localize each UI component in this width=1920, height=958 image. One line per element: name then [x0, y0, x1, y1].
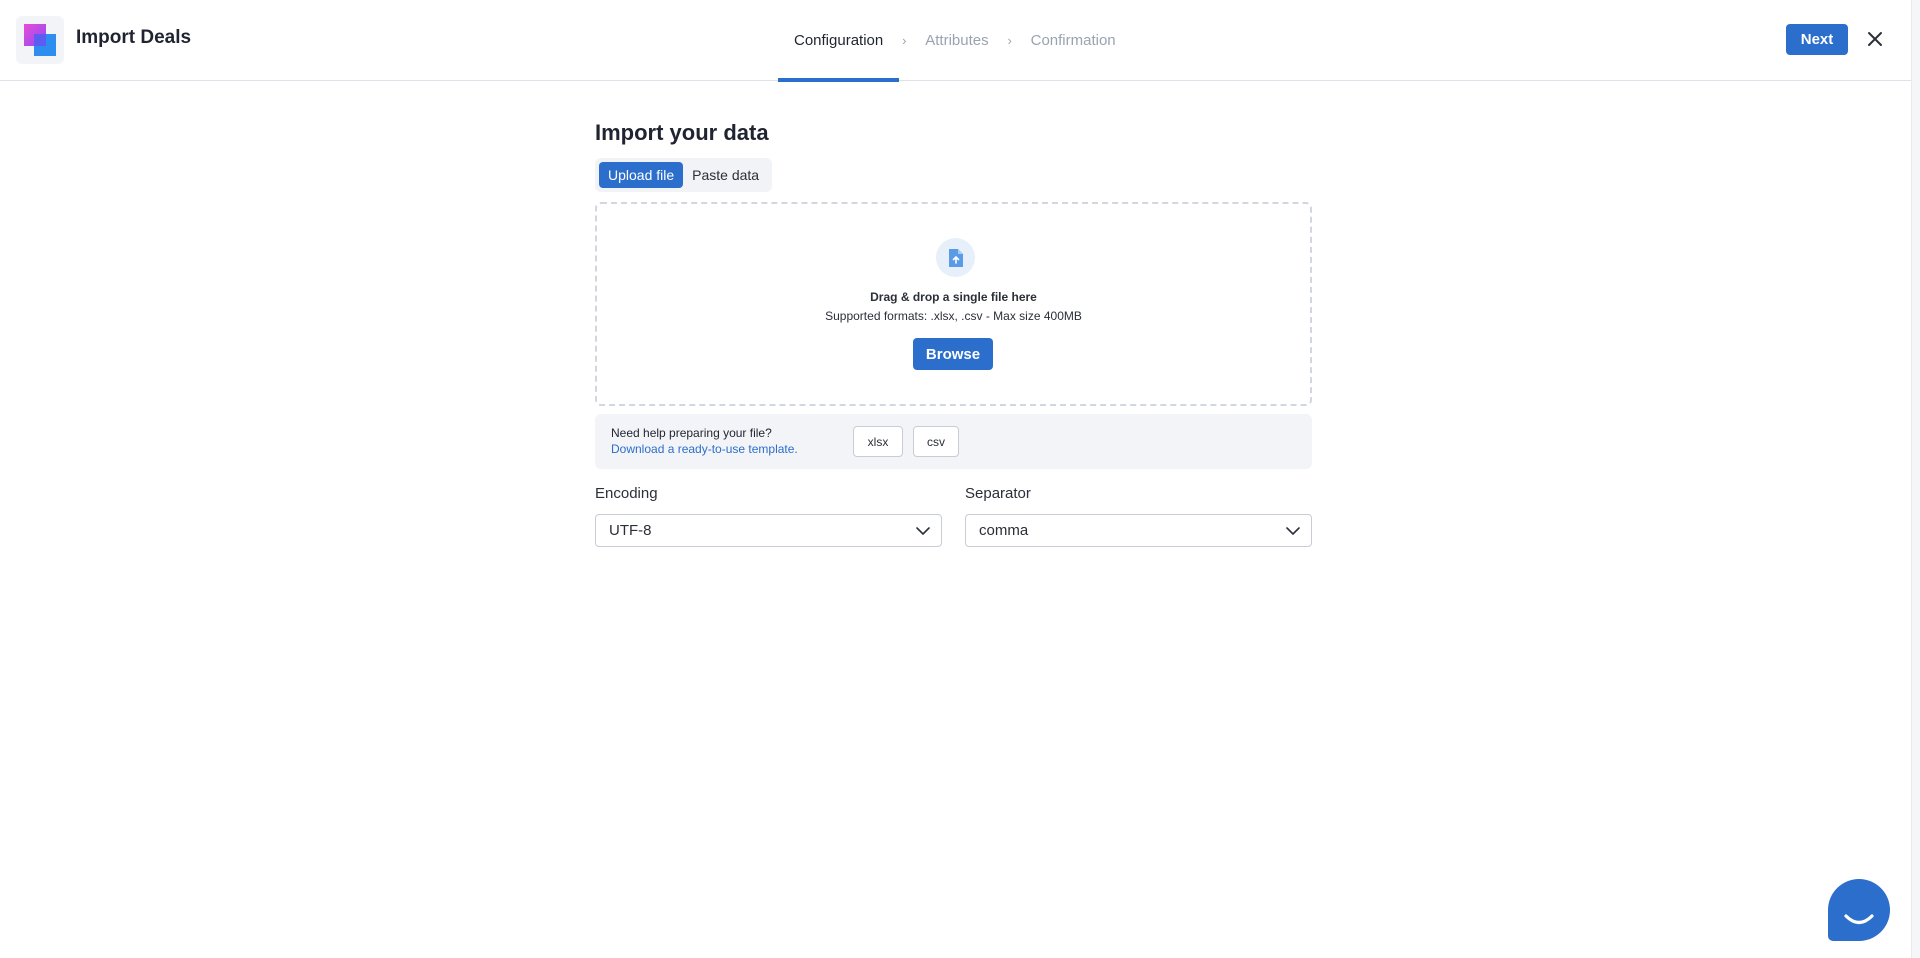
next-button[interactable]: Next	[1786, 24, 1848, 55]
page-title: Import Deals	[76, 27, 192, 48]
separator-value: comma	[979, 522, 1029, 539]
import-panel: Import your data Upload file Paste data …	[595, 120, 1312, 547]
scrollbar[interactable]	[1911, 0, 1920, 958]
browse-button[interactable]: Browse	[913, 338, 993, 370]
step-configuration[interactable]: Configuration	[778, 0, 900, 82]
download-csv-button[interactable]: csv	[913, 426, 959, 457]
file-dropzone[interactable]: Drag & drop a single file here Supported…	[595, 202, 1312, 406]
template-help-box: Need help preparing your file? Download …	[595, 414, 1312, 469]
encoding-label: Encoding	[595, 485, 658, 502]
import-options: Encoding UTF-8 Separator comma	[595, 485, 1312, 547]
template-download-link[interactable]: Download a ready-to-use template.	[611, 442, 798, 456]
chevron-down-icon	[1286, 527, 1300, 536]
chevron-down-icon	[916, 527, 930, 536]
dropzone-subtitle: Supported formats: .xlsx, .csv - Max siz…	[825, 309, 1082, 323]
chevron-right-icon: ›	[902, 33, 907, 48]
close-icon[interactable]	[1864, 28, 1886, 50]
download-xlsx-button[interactable]: xlsx	[853, 426, 903, 457]
chat-icon	[1844, 914, 1874, 925]
chat-launcher[interactable]	[1828, 879, 1890, 941]
help-title: Need help preparing your file?	[611, 426, 772, 440]
tab-paste-data[interactable]: Paste data	[683, 162, 768, 188]
import-mode-tabs: Upload file Paste data	[595, 158, 773, 192]
encoding-value: UTF-8	[609, 522, 652, 539]
step-attributes[interactable]: Attributes	[909, 0, 1004, 81]
app-logo	[16, 16, 64, 64]
header: Import Deals Configuration › Attributes …	[0, 0, 1916, 82]
step-confirmation[interactable]: Confirmation	[1015, 0, 1132, 81]
stepper: Configuration › Attributes › Confirmatio…	[778, 0, 1132, 82]
separator-field: Separator comma	[965, 485, 1312, 547]
separator-select[interactable]: comma	[965, 514, 1312, 547]
tab-upload-file[interactable]: Upload file	[599, 162, 684, 188]
chevron-right-icon: ›	[1007, 33, 1012, 48]
encoding-field: Encoding UTF-8	[595, 485, 942, 547]
section-title: Import your data	[595, 120, 769, 145]
file-upload-icon	[936, 238, 975, 277]
dropzone-title: Drag & drop a single file here	[870, 290, 1037, 304]
encoding-select[interactable]: UTF-8	[595, 514, 942, 547]
separator-label: Separator	[965, 485, 1031, 502]
